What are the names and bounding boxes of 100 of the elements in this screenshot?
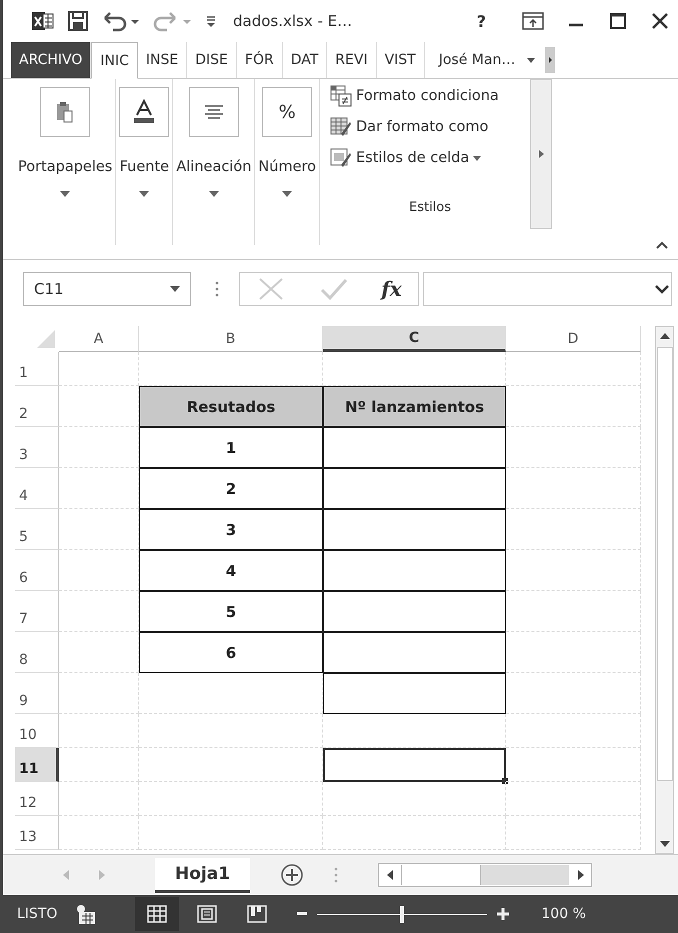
dropdown-caret-icon[interactable]: [473, 156, 482, 160]
ribbon-command[interactable]: Formato condiciona: [356, 88, 499, 104]
vertical-scrollbar[interactable]: [655, 326, 674, 854]
dropdown-caret-icon[interactable]: [60, 191, 70, 197]
zoom-in-icon[interactable]: [497, 908, 510, 920]
scroll-thumb[interactable]: [656, 347, 672, 781]
table-cell[interactable]: Resutados: [139, 386, 323, 427]
row-header[interactable]: 6: [15, 550, 59, 591]
ribbon-command[interactable]: Estilos de celda: [356, 150, 470, 166]
expand-icon[interactable]: [655, 284, 669, 294]
ribbon-tab[interactable]: INSE: [138, 42, 188, 78]
ribbon-tab[interactable]: DISE: [187, 42, 237, 78]
cell-styles-icon[interactable]: [330, 147, 352, 169]
grip-icon: [334, 867, 338, 883]
insert-function-button[interactable]: fx: [381, 277, 402, 301]
horizontal-scrollbar[interactable]: [378, 863, 592, 887]
row-header[interactable]: 3: [15, 427, 59, 468]
user-account-menu[interactable]: José Man…: [424, 42, 544, 78]
table-cell[interactable]: [323, 468, 506, 509]
ribbon-group-button[interactable]: Portapapeles: [18, 159, 112, 175]
table-cell[interactable]: [323, 591, 506, 632]
table-cell[interactable]: 4: [139, 550, 323, 591]
row-header[interactable]: 9: [15, 673, 59, 714]
table-cell[interactable]: [323, 673, 506, 714]
dropdown-caret-icon[interactable]: [282, 191, 292, 197]
font-color-icon[interactable]: [132, 99, 156, 125]
ribbon-group-button[interactable]: Alineación: [176, 159, 252, 175]
conditional-format-icon[interactable]: [330, 85, 352, 107]
ribbon-group-button[interactable]: Fuente: [120, 159, 170, 175]
row-header[interactable]: 5: [15, 509, 59, 550]
percent-symbol[interactable]: %: [278, 102, 296, 122]
check-icon[interactable]: [318, 276, 349, 302]
row-header[interactable]: 4: [15, 468, 59, 509]
customize-toolbar-icon[interactable]: [205, 14, 217, 28]
window-title: dados.xlsx - E…: [233, 12, 354, 30]
help-button[interactable]: ?: [476, 12, 486, 30]
caret-icon: [527, 58, 536, 62]
file-tab[interactable]: ARCHIVO: [11, 42, 92, 78]
ribbon-display-icon[interactable]: [522, 12, 544, 30]
row-header[interactable]: 1: [15, 352, 59, 386]
table-cell[interactable]: [323, 632, 506, 673]
expand-right-icon[interactable]: [538, 150, 544, 158]
row-header[interactable]: 7: [15, 591, 59, 632]
undo-icon[interactable]: [101, 10, 141, 32]
row-header[interactable]: 13: [15, 816, 59, 850]
dropdown-caret-icon[interactable]: [139, 191, 150, 197]
ribbon-group-button[interactable]: Número: [258, 159, 316, 175]
clipboard-icon[interactable]: [56, 101, 74, 123]
table-cell[interactable]: 5: [139, 591, 323, 632]
dropdown-caret-icon: [170, 286, 180, 292]
column-header[interactable]: D: [506, 326, 641, 352]
column-header[interactable]: C: [323, 326, 506, 352]
table-cell[interactable]: 3: [139, 509, 323, 550]
previous-sheet-icon[interactable]: [63, 870, 69, 880]
normal-view-button[interactable]: [135, 897, 180, 931]
save-icon[interactable]: [67, 10, 89, 32]
close-icon[interactable]: [650, 11, 670, 31]
grip-icon: [215, 281, 219, 297]
ribbon-tab[interactable]: REVI: [327, 42, 377, 78]
row-header[interactable]: 12: [15, 782, 59, 816]
column-header[interactable]: A: [59, 326, 139, 352]
active-cell[interactable]: [323, 748, 506, 782]
scroll-down-icon[interactable]: [660, 841, 670, 847]
select-all-icon[interactable]: [37, 330, 55, 348]
add-sheet-icon[interactable]: [280, 863, 304, 887]
ribbon-tab[interactable]: FÓR: [236, 42, 283, 78]
page-break-icon: [247, 905, 268, 923]
zoom-level-button[interactable]: 100 %: [541, 906, 586, 922]
align-center-icon[interactable]: [202, 104, 225, 120]
table-cell[interactable]: 2: [139, 468, 323, 509]
table-cell[interactable]: 6: [139, 632, 323, 673]
zoom-out-icon[interactable]: [297, 912, 308, 916]
sheet-tab[interactable]: Hoja1: [155, 858, 250, 892]
row-header[interactable]: 8: [15, 632, 59, 673]
row-header[interactable]: 2: [15, 386, 59, 427]
ribbon-command[interactable]: Dar formato como: [356, 119, 488, 135]
dropdown-caret-icon[interactable]: [208, 191, 219, 197]
page-icon: [197, 905, 218, 923]
redo-icon[interactable]: [153, 10, 193, 32]
formula-input[interactable]: [423, 272, 672, 306]
table-cell[interactable]: [323, 427, 506, 468]
table-format-icon[interactable]: [330, 116, 352, 138]
collapse-ribbon-icon[interactable]: [656, 241, 668, 249]
table-cell[interactable]: 1: [139, 427, 323, 468]
maximize-icon[interactable]: [608, 11, 628, 31]
ribbon-tab[interactable]: DAT: [282, 42, 328, 78]
table-cell[interactable]: [323, 509, 506, 550]
scroll-up-icon[interactable]: [660, 333, 670, 339]
name-box[interactable]: C11: [23, 272, 191, 306]
macro-recording-icon[interactable]: [75, 904, 98, 924]
ribbon-tab[interactable]: VIST: [376, 42, 425, 78]
table-cell[interactable]: Nº lanzamientos: [323, 386, 506, 427]
row-header[interactable]: 11: [15, 748, 59, 782]
table-cell[interactable]: [323, 550, 506, 591]
zoom-slider-thumb[interactable]: [400, 906, 404, 922]
spreadsheet-app-icon[interactable]: [31, 10, 55, 32]
status-text: LISTO: [17, 906, 58, 922]
next-sheet-icon[interactable]: [99, 870, 105, 880]
scroll-right-icon[interactable]: [545, 47, 556, 73]
ribbon-tab[interactable]: INIC: [91, 42, 138, 79]
